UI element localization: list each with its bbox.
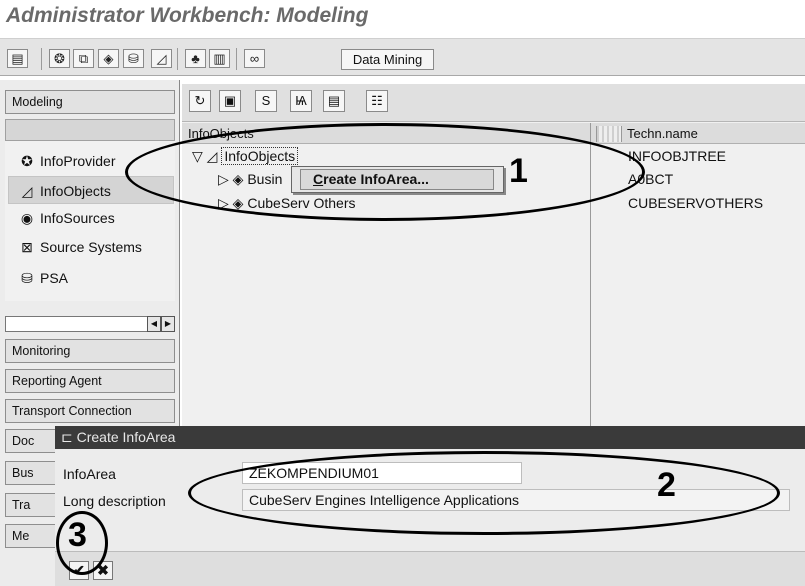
settings-icon[interactable]: ▤ [323, 90, 345, 112]
tree-techn-name: CUBESERVOTHERS [628, 195, 764, 211]
layout-icon[interactable]: ▥ [209, 49, 230, 68]
cube-icon[interactable]: ◈ [98, 49, 119, 68]
nav-item-label: InfoProvider [40, 153, 116, 169]
annotation-number-2: 2 [657, 466, 676, 504]
nav-reporting-agent[interactable]: Reporting Agent [5, 369, 175, 393]
nav-item-label: InfoObjects [40, 183, 111, 199]
find-icon[interactable]: Ѩ [290, 90, 312, 112]
infoarea-label: InfoArea [63, 466, 116, 482]
nav-business-content[interactable]: Bus [5, 461, 57, 485]
hierarchy-icon[interactable]: ♣ [185, 49, 206, 68]
infosource-icon: ◉ [20, 210, 34, 226]
dialog-title-bar: ⊏ Create InfoArea [55, 426, 805, 449]
source-system-icon: ⊠ [21, 239, 33, 255]
long-description-label: Long description [63, 493, 166, 509]
cube-group-icon[interactable]: ❂ [49, 49, 70, 68]
nav-item-infoprovider[interactable]: ✪ InfoProvider [18, 150, 115, 172]
column-header-technname[interactable]: Techn.name [591, 123, 805, 144]
psa-icon: ⛁ [21, 270, 33, 286]
annotation-number-3: 3 [68, 516, 87, 554]
display-icon[interactable]: ▣ [219, 90, 241, 112]
infoprovider-icon: ✪ [21, 153, 33, 169]
annotation-ellipse-1 [125, 123, 645, 221]
nav-item-label: Source Systems [40, 239, 142, 255]
nav-item-psa[interactable]: ⛁ PSA [18, 267, 68, 289]
nav-translation[interactable]: Tra [5, 493, 57, 517]
collapse-icon[interactable]: S [255, 90, 277, 112]
legend-icon[interactable]: ☷ [366, 90, 388, 112]
cubes-icon[interactable]: ⧉ [73, 49, 94, 68]
toolbar-separator [177, 48, 178, 70]
annotation-ellipse-2 [188, 451, 780, 535]
tree-techn-name: INFOOBJTREE [628, 148, 727, 164]
annotation-number-1: 1 [509, 152, 528, 190]
dialog-title: Create InfoArea [76, 429, 176, 445]
data-mining-button[interactable]: Data Mining [341, 49, 434, 70]
refresh-icon[interactable]: ↻ [189, 90, 211, 112]
nav-empty-row [5, 119, 175, 141]
dialog-icon: ⊏ [61, 429, 73, 445]
app-title: Administrator Workbench: Modeling [6, 4, 369, 27]
nav-item-infosources[interactable]: ◉ InfoSources [18, 207, 115, 229]
nav-item-label: PSA [40, 270, 69, 286]
nav-monitoring[interactable]: Monitoring [5, 339, 175, 363]
cylinder-icon[interactable]: ⛁ [123, 49, 144, 68]
infoobject-icon[interactable]: ◿ [151, 49, 172, 68]
column-resize-handle[interactable] [596, 126, 622, 142]
nav-metadata[interactable]: Me [5, 524, 57, 548]
nav-item-infoobjects[interactable]: ◿ InfoObjects [18, 180, 111, 202]
nav-documents[interactable]: Doc [5, 429, 57, 453]
scroll-right-icon[interactable]: ▶ [161, 316, 175, 332]
link-icon[interactable]: ∞ [244, 49, 265, 68]
nav-transport-connection[interactable]: Transport Connection [5, 399, 175, 423]
nav-item-source-systems[interactable]: ⊠ Source Systems [18, 236, 142, 258]
infoobject-icon: ◿ [21, 183, 33, 199]
table-icon[interactable]: ▤ [7, 49, 28, 68]
nav-item-label: InfoSources [40, 210, 115, 226]
scroll-left-icon[interactable]: ◀ [147, 316, 161, 332]
toolbar-separator [236, 48, 237, 70]
dialog-footer [55, 551, 805, 586]
nav-modeling[interactable]: Modeling [5, 90, 175, 114]
toolbar-separator [41, 48, 42, 70]
